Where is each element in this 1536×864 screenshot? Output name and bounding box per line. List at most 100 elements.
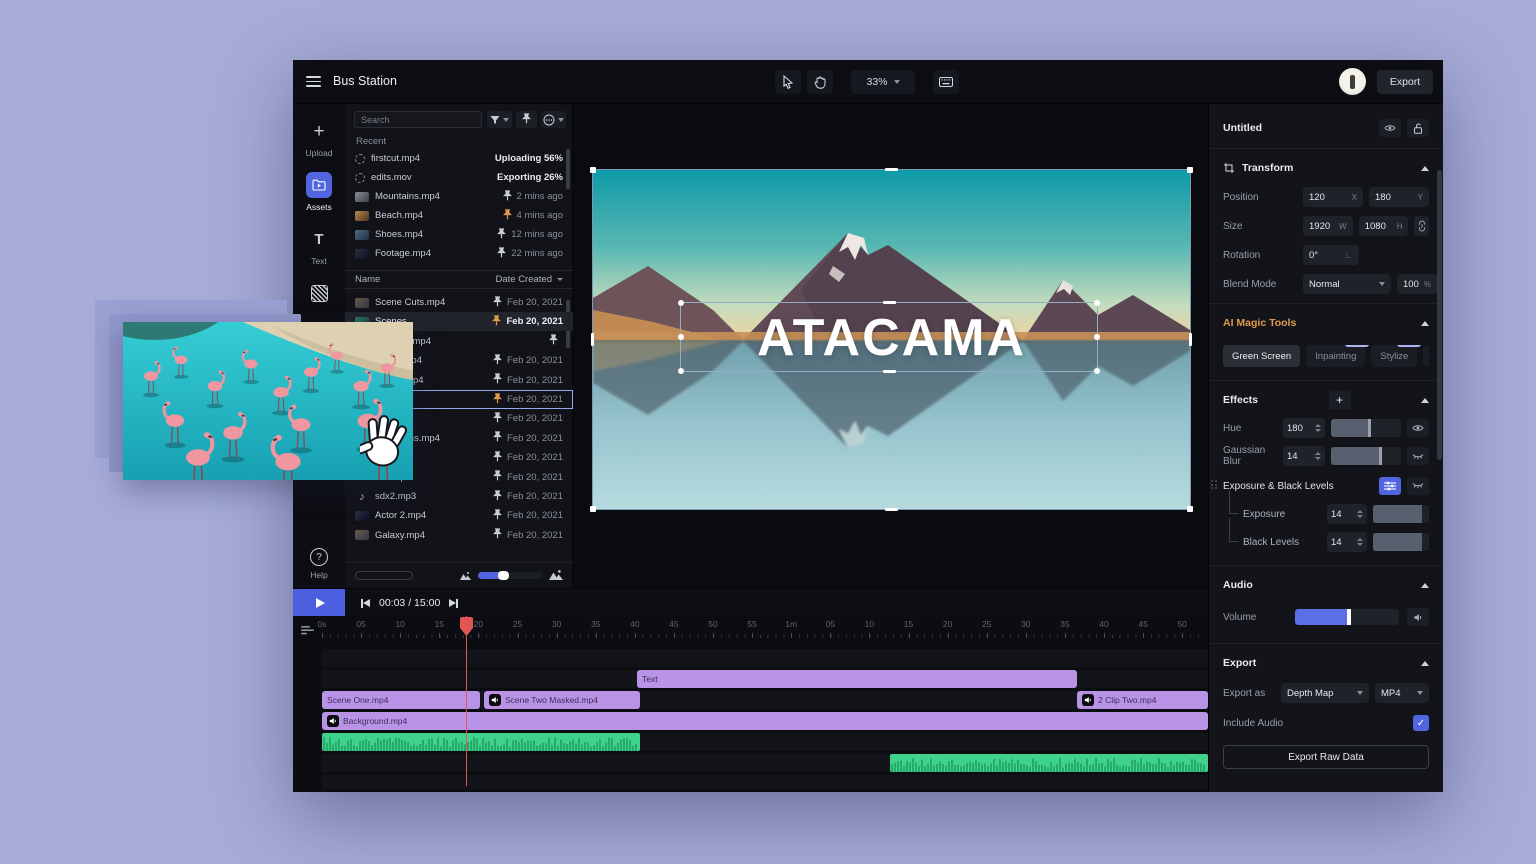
pin-icon[interactable] — [502, 189, 512, 204]
export-format-dropdown[interactable]: Depth Map — [1281, 683, 1369, 703]
effect-value-stepper[interactable]: 14 — [1327, 504, 1367, 524]
filter-button[interactable] — [487, 111, 512, 128]
export-container-dropdown[interactable]: MP4 — [1375, 683, 1429, 703]
selection-handle[interactable] — [1187, 167, 1193, 173]
export-raw-data-button[interactable]: Export Raw Data — [1223, 745, 1429, 769]
name-column-header[interactable]: Name — [355, 274, 380, 285]
keyboard-shortcuts-button[interactable] — [933, 70, 959, 94]
help-button[interactable]: ? Help — [293, 548, 345, 580]
skip-back-button[interactable] — [361, 598, 370, 608]
effect-group-header[interactable]: Exposure & Black Levels — [1211, 476, 1429, 496]
collapse-icon[interactable] — [1421, 165, 1429, 171]
more-options-button[interactable] — [541, 111, 566, 128]
hand-tool-button[interactable] — [807, 70, 833, 94]
effect-slider[interactable] — [1373, 533, 1429, 551]
pin-icon[interactable] — [493, 412, 502, 426]
drag-handle-icon[interactable] — [1211, 480, 1217, 489]
export-button[interactable]: Export — [1377, 70, 1433, 94]
selection-handle[interactable] — [883, 301, 896, 304]
selection-handle[interactable] — [883, 370, 896, 373]
effect-row[interactable]: Hue 180 — [1223, 418, 1429, 438]
stepper-arrows[interactable] — [1357, 510, 1363, 518]
snap-icon[interactable] — [301, 623, 315, 641]
timeline-clip[interactable]: 2 Clip Two.mp4 — [1077, 691, 1208, 709]
table-row[interactable]: Scene Cuts.mp4 Feb 20, 2021 — [345, 293, 573, 312]
add-effect-button[interactable]: + — [1328, 391, 1351, 409]
effect-value-stepper[interactable]: 180 — [1283, 418, 1325, 438]
thumbnail-size-slider[interactable] — [478, 571, 542, 580]
effect-slider[interactable] — [1331, 447, 1401, 465]
selection-handle[interactable] — [678, 300, 684, 306]
effect-settings-button[interactable] — [1379, 477, 1401, 495]
ai-tool-button[interactable]: Colorizesoon — [1423, 345, 1429, 367]
recent-item[interactable]: edits.mov Exporting 26% — [345, 168, 573, 187]
ai-tool-button[interactable]: Inpainting soon — [1306, 345, 1370, 367]
selection-handle[interactable] — [1187, 506, 1193, 512]
timeline-audio-clip[interactable] — [890, 754, 1208, 772]
inspector-scrollbar[interactable] — [1437, 170, 1442, 460]
select-tool-button[interactable] — [775, 70, 801, 94]
effect-slider[interactable] — [1331, 419, 1401, 437]
selection-handle[interactable] — [884, 508, 898, 511]
play-button[interactable] — [293, 589, 345, 617]
pin-icon[interactable] — [493, 295, 502, 310]
include-audio-checkbox[interactable]: ✓ — [1413, 715, 1429, 731]
horizontal-scrollbar[interactable] — [355, 571, 413, 580]
pin-icon[interactable] — [493, 451, 502, 465]
collapse-icon[interactable] — [1420, 397, 1429, 403]
mute-button[interactable] — [1407, 608, 1429, 626]
size-w-input[interactable]: 1920 W — [1303, 216, 1353, 236]
ai-tool-button[interactable]: Stylize soon — [1371, 345, 1422, 367]
selection-handle[interactable] — [1094, 300, 1100, 306]
pin-icon[interactable] — [549, 334, 558, 348]
timeline-clip[interactable]: Scene One.mp4 — [322, 691, 480, 709]
lock-button[interactable] — [1407, 119, 1429, 137]
timeline-clip[interactable]: Text — [637, 670, 1077, 688]
stepper-arrows[interactable] — [1315, 424, 1321, 432]
pin-icon[interactable] — [492, 315, 502, 329]
recent-item[interactable]: Shoes.mp4 12 mins ago — [345, 225, 573, 244]
timeline-audio-clip[interactable] — [322, 733, 640, 751]
link-dimensions-button[interactable] — [1414, 216, 1429, 236]
volume-slider[interactable] — [1294, 609, 1399, 625]
zoom-level-dropdown[interactable]: 33% — [851, 70, 915, 94]
effect-visibility-button[interactable] — [1407, 447, 1429, 465]
position-x-input[interactable]: 120 X — [1303, 187, 1363, 207]
collapse-icon[interactable] — [1421, 320, 1429, 326]
recent-item[interactable]: Footage.mp4 22 mins ago — [345, 244, 573, 263]
selection-handle[interactable] — [1094, 334, 1100, 340]
table-row[interactable]: Galaxy.mp4 Feb 20, 2021 — [345, 526, 573, 545]
position-y-input[interactable]: 180 Y — [1369, 187, 1429, 207]
pin-icon[interactable] — [493, 392, 502, 407]
pin-icon[interactable] — [493, 431, 502, 445]
sidebar-item-text[interactable]: T Text — [293, 226, 345, 267]
sidebar-item-elements[interactable] — [293, 280, 345, 306]
layer-name[interactable]: Untitled — [1223, 122, 1262, 134]
effect-value-stepper[interactable]: 14 — [1327, 532, 1367, 552]
rotation-input[interactable]: 0° ∟ — [1303, 245, 1359, 265]
effect-visibility-button[interactable] — [1407, 419, 1429, 437]
timeline-clip[interactable]: Scene Two Masked.mp4 — [484, 691, 640, 709]
avatar[interactable] — [1339, 68, 1366, 95]
date-column-header[interactable]: Date Created — [495, 274, 552, 285]
menu-icon[interactable] — [306, 76, 321, 87]
effect-slider[interactable] — [1373, 505, 1429, 523]
timeline-clip[interactable]: Background.mp4 — [322, 712, 1208, 730]
playhead-line[interactable] — [466, 616, 467, 786]
ai-tool-button[interactable]: Green Screen — [1223, 345, 1301, 367]
pin-icon[interactable] — [493, 528, 502, 542]
effect-child-row[interactable]: Exposure 14 — [1223, 490, 1429, 524]
collapse-icon[interactable] — [1421, 582, 1429, 588]
sidebar-item-upload[interactable]: + Upload — [293, 118, 345, 159]
pin-icon[interactable] — [502, 208, 512, 223]
asset-table-header[interactable]: Name Date Created — [345, 270, 573, 289]
effect-value-stepper[interactable]: 14 — [1283, 446, 1325, 466]
pin-icon[interactable] — [497, 246, 507, 261]
pin-icon[interactable] — [493, 509, 502, 523]
selection-handle[interactable] — [1189, 332, 1192, 346]
selection-handle[interactable] — [678, 368, 684, 374]
video-preview[interactable]: ATACAMA — [590, 167, 1193, 512]
stepper-arrows[interactable] — [1357, 538, 1363, 546]
collapse-icon[interactable] — [1421, 660, 1429, 666]
recent-item[interactable]: firstcut.mp4 Uploading 56% — [345, 149, 573, 168]
